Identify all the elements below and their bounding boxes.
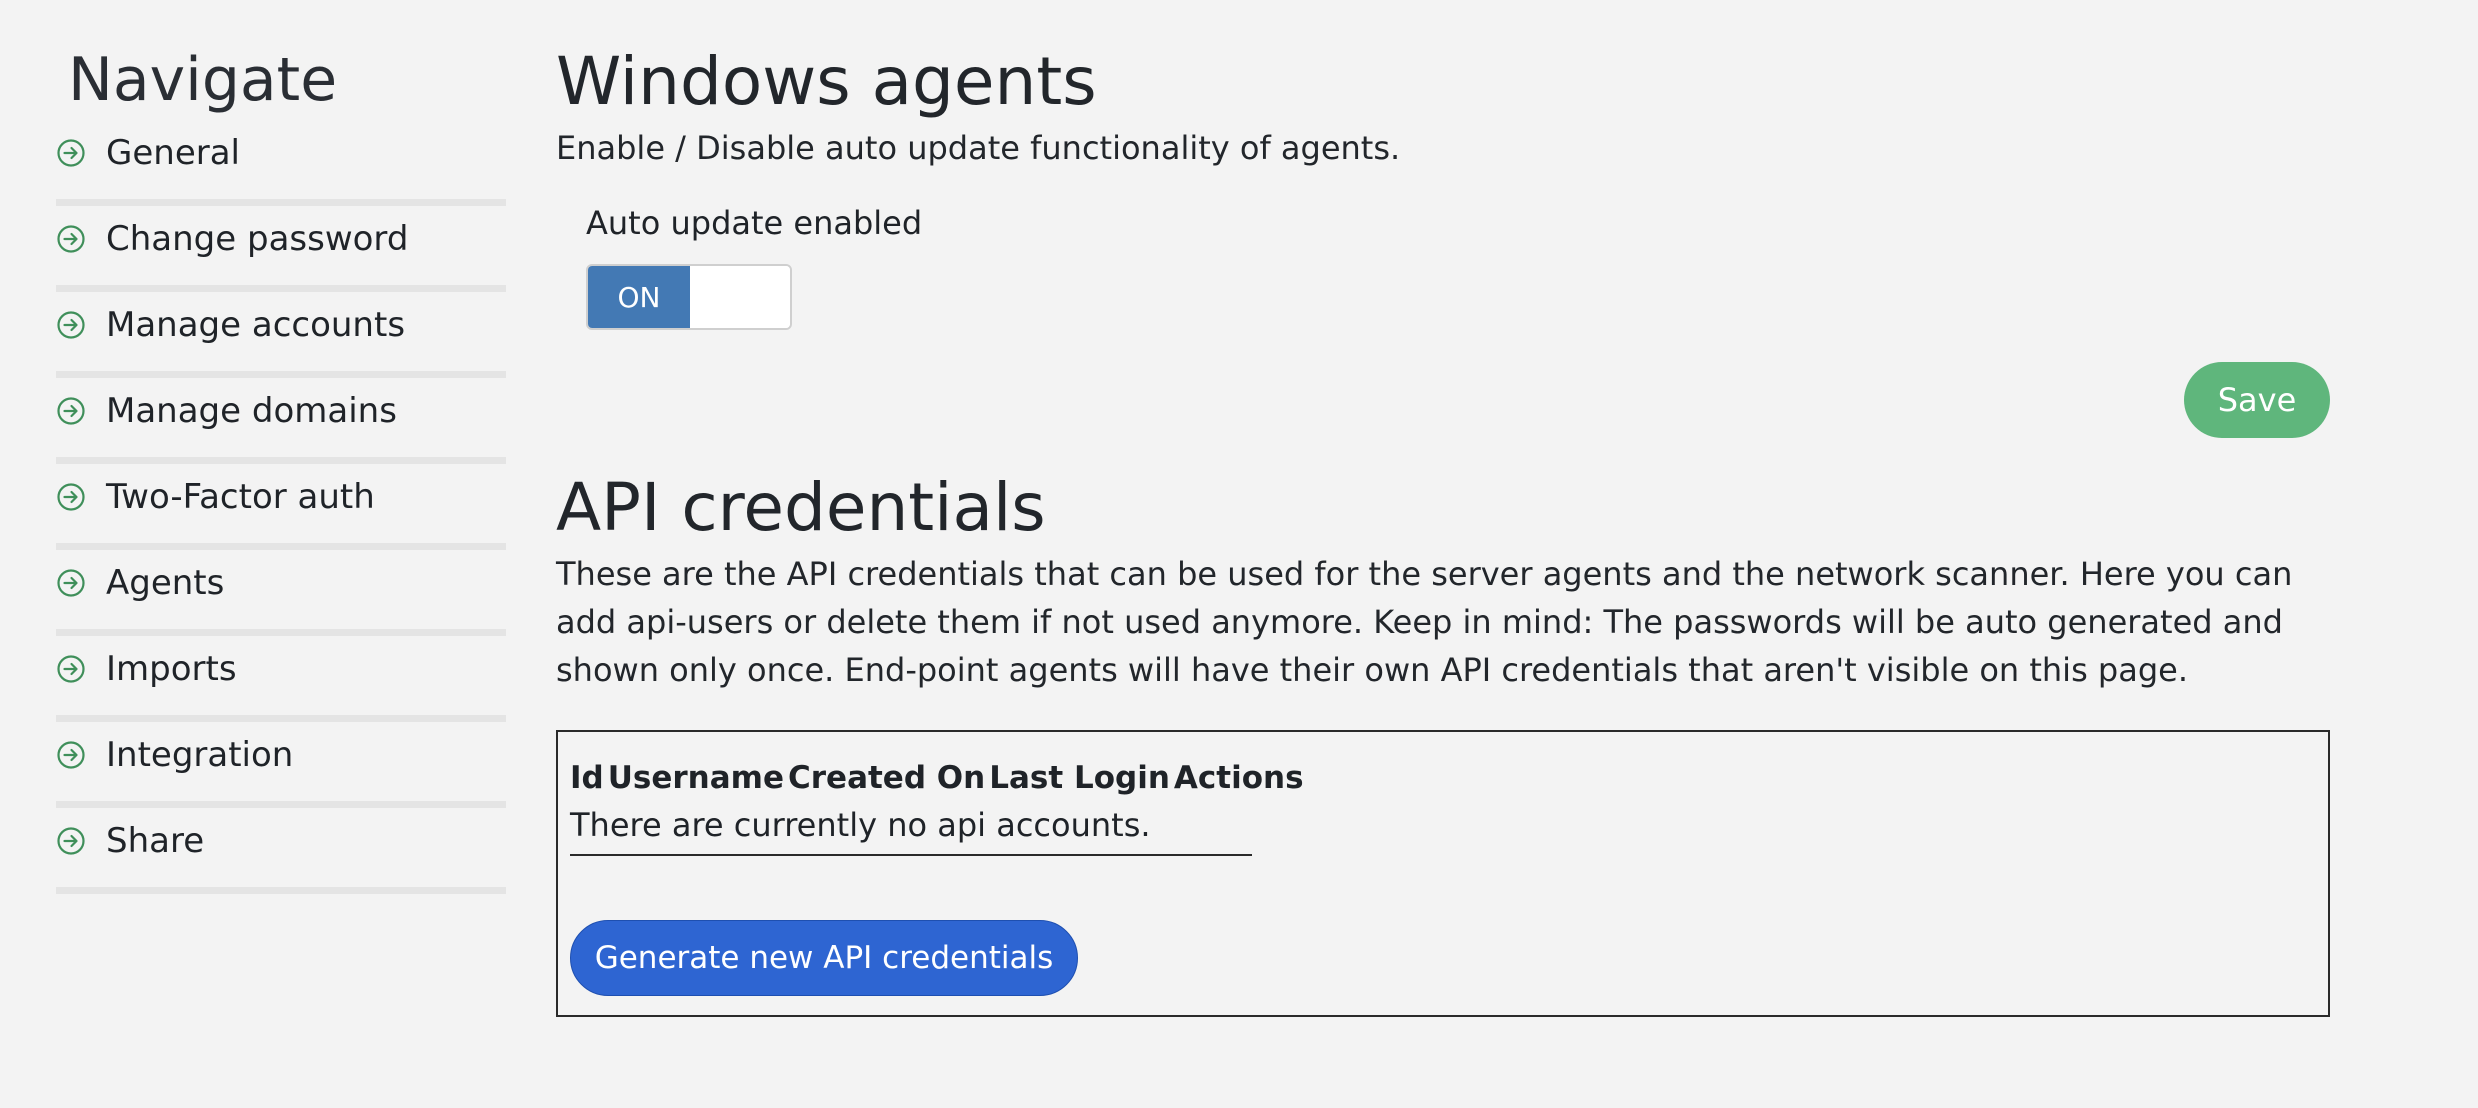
sidebar-item-label: Agents [106,563,225,603]
column-header-last-login[interactable]: Last Login [989,756,1170,800]
main-content: Windows agents Enable / Disable auto upd… [556,40,2330,1017]
api-credentials-panel: Id Username Created On Last Login Action… [556,730,2330,1017]
windows-agents-title: Windows agents [556,43,1097,120]
sidebar-item-label: Manage accounts [106,305,406,345]
toggle-on-state: ON [588,266,690,328]
api-credentials-title: API credentials [556,469,1046,546]
nav-divider [56,543,506,550]
api-credentials-section: API credentials These are the API creden… [556,466,2330,1017]
nav-divider [56,801,506,808]
table-empty-message: There are currently no api accounts. [570,806,1151,844]
windows-agents-description: Enable / Disable auto update functionali… [556,129,1401,167]
arrow-circle-right-icon [56,224,86,254]
nav-title: Navigate [68,45,338,115]
arrow-circle-right-icon [56,740,86,770]
nav-divider [56,887,506,894]
nav-divider [56,371,506,378]
arrow-circle-right-icon [56,826,86,856]
arrow-circle-right-icon [56,482,86,512]
sidebar-item-label: Share [106,821,205,861]
save-button[interactable]: Save [2184,362,2330,438]
sidebar-item-label: Imports [106,649,237,689]
nav-divider [56,199,506,206]
generate-api-credentials-button[interactable]: Generate new API credentials [570,920,1078,996]
sidebar-item-label: Integration [106,735,294,775]
api-credentials-description: These are the API credentials that can b… [556,555,2293,689]
sidebar-nav: Navigate General Change password Manage … [56,40,506,894]
toggle-off-area [690,266,790,328]
arrow-circle-right-icon [56,568,86,598]
sidebar-item-manage-domains[interactable]: Manage domains [56,378,506,464]
sidebar-item-label: Two-Factor auth [106,477,375,517]
sidebar-item-label: General [106,133,240,173]
column-header-id[interactable]: Id [570,756,604,800]
settings-page: Navigate General Change password Manage … [0,0,2478,1108]
nav-divider [56,285,506,292]
sidebar-item-change-password[interactable]: Change password [56,206,506,292]
nav-divider [56,715,506,722]
sidebar-item-label: Change password [106,219,409,259]
arrow-circle-right-icon [56,310,86,340]
arrow-circle-right-icon [56,654,86,684]
arrow-circle-right-icon [56,138,86,168]
windows-agents-section: Windows agents Enable / Disable auto upd… [556,40,2330,466]
column-header-username[interactable]: Username [608,756,784,800]
save-row: Save [556,362,2330,466]
auto-update-toggle[interactable]: ON [586,264,792,330]
sidebar-item-manage-accounts[interactable]: Manage accounts [56,292,506,378]
sidebar-item-label: Manage domains [106,391,397,431]
column-header-created-on[interactable]: Created On [788,756,985,800]
nav-list: General Change password Manage accounts … [56,120,506,894]
sidebar-item-share[interactable]: Share [56,808,506,894]
sidebar-item-integration[interactable]: Integration [56,722,506,808]
arrow-circle-right-icon [56,396,86,426]
table-header-row: Id Username Created On Last Login Action… [570,756,1304,800]
sidebar-item-two-factor-auth[interactable]: Two-Factor auth [56,464,506,550]
sidebar-item-imports[interactable]: Imports [56,636,506,722]
nav-divider [56,457,506,464]
sidebar-item-agents[interactable]: Agents [56,550,506,636]
column-header-actions: Actions [1173,760,1304,796]
sidebar-item-general[interactable]: General [56,120,506,206]
nav-divider [56,629,506,636]
auto-update-label: Auto update enabled [586,204,923,242]
api-credentials-table: Id Username Created On Last Login Action… [570,756,1304,856]
